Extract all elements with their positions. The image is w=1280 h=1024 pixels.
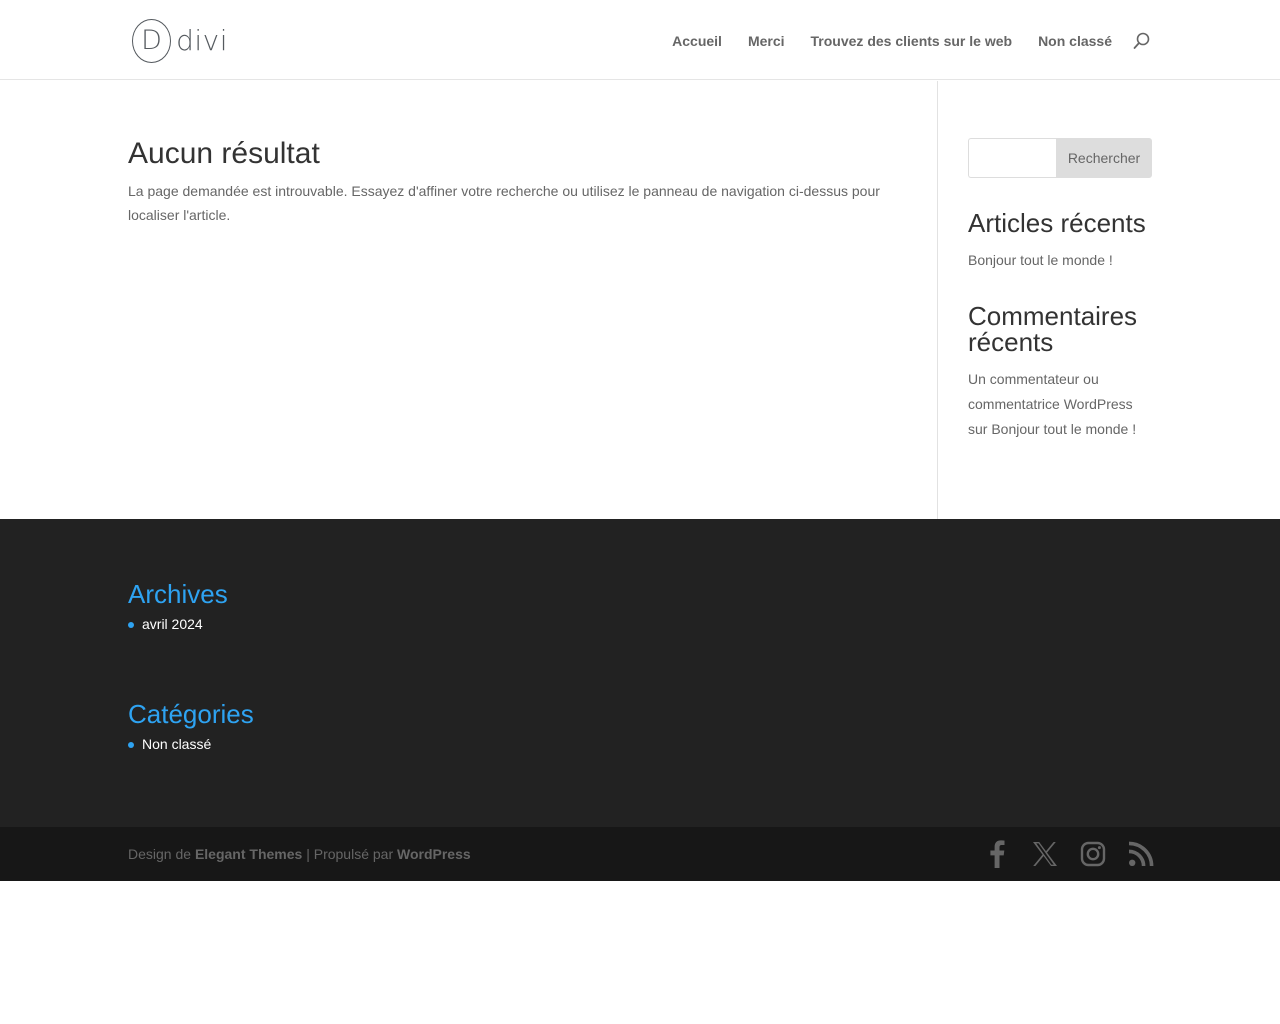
nav-item-trouvez-des-clients[interactable]: Trouvez des clients sur le web (811, 31, 1013, 51)
recent-comments-title: Commentaires récents (968, 301, 1138, 357)
x-icon[interactable] (1032, 840, 1058, 868)
footer-bottom-bar: Design de Elegant Themes | Propulsé par … (0, 827, 1280, 881)
rss-icon[interactable] (1128, 840, 1154, 868)
sidebar-search-form: Rechercher (968, 138, 1152, 178)
credits-separator: | Propulsé par (306, 846, 394, 862)
wordpress-link[interactable]: WordPress (397, 846, 471, 862)
archives-title: Archives (128, 579, 228, 609)
sidebar: Rechercher Articles récents Bonjour tout… (968, 138, 1152, 442)
recent-comment-item: Un commentateur ou commentatrice WordPre… (968, 367, 1152, 442)
recent-posts-list: Bonjour tout le monde ! (968, 248, 1152, 273)
search-icon[interactable] (1132, 31, 1152, 51)
archives-list: avril 2024 (128, 613, 628, 635)
social-icons (984, 840, 1154, 868)
nav-item-accueil[interactable]: Accueil (672, 31, 722, 51)
category-link[interactable]: Non classé (142, 736, 211, 752)
search-input[interactable] (968, 138, 1056, 178)
facebook-icon[interactable] (984, 840, 1010, 868)
no-results-message: La page demandée est introuvable. Essaye… (128, 183, 880, 223)
footer-credits: Design de Elegant Themes | Propulsé par … (128, 845, 471, 863)
list-item: avril 2024 (128, 613, 628, 635)
no-results-content: Aucun résultat La page demandée est intr… (128, 135, 888, 227)
comment-author-link[interactable]: Un commentateur ou commentatrice WordPre… (968, 371, 1133, 412)
logo-mark: D (132, 18, 172, 63)
recent-posts-title: Articles récents (968, 208, 1146, 238)
nav-item-non-classe[interactable]: Non classé (1038, 31, 1112, 51)
sidebar-divider (937, 81, 938, 519)
nav-item-merci[interactable]: Merci (748, 31, 785, 51)
logo-wordmark: divi (176, 23, 228, 57)
page-title: Aucun résultat (128, 137, 320, 170)
credits-prefix: Design de (128, 846, 192, 862)
categories-list: Non classé (128, 733, 628, 755)
list-item: Non classé (128, 733, 628, 755)
site-header: D divi Accueil Merci Trouvez des clients… (0, 0, 1280, 80)
archive-link[interactable]: avril 2024 (142, 616, 203, 632)
comment-post-link[interactable]: Bonjour tout le monde ! (991, 421, 1136, 437)
site-logo[interactable]: D divi (132, 18, 228, 63)
comment-joiner: sur (968, 421, 988, 437)
categories-title: Catégories (128, 699, 254, 729)
footer-widgets: Archives avril 2024 Catégories Non class… (128, 577, 628, 817)
site-footer: Archives avril 2024 Catégories Non class… (0, 519, 1280, 827)
recent-post-link[interactable]: Bonjour tout le monde ! (968, 252, 1113, 268)
elegant-themes-link[interactable]: Elegant Themes (195, 846, 302, 862)
search-button[interactable]: Rechercher (1056, 138, 1152, 178)
main-navigation: Accueil Merci Trouvez des clients sur le… (672, 31, 1112, 51)
main-area: Aucun résultat La page demandée est intr… (0, 81, 1280, 519)
instagram-icon[interactable] (1080, 840, 1106, 868)
